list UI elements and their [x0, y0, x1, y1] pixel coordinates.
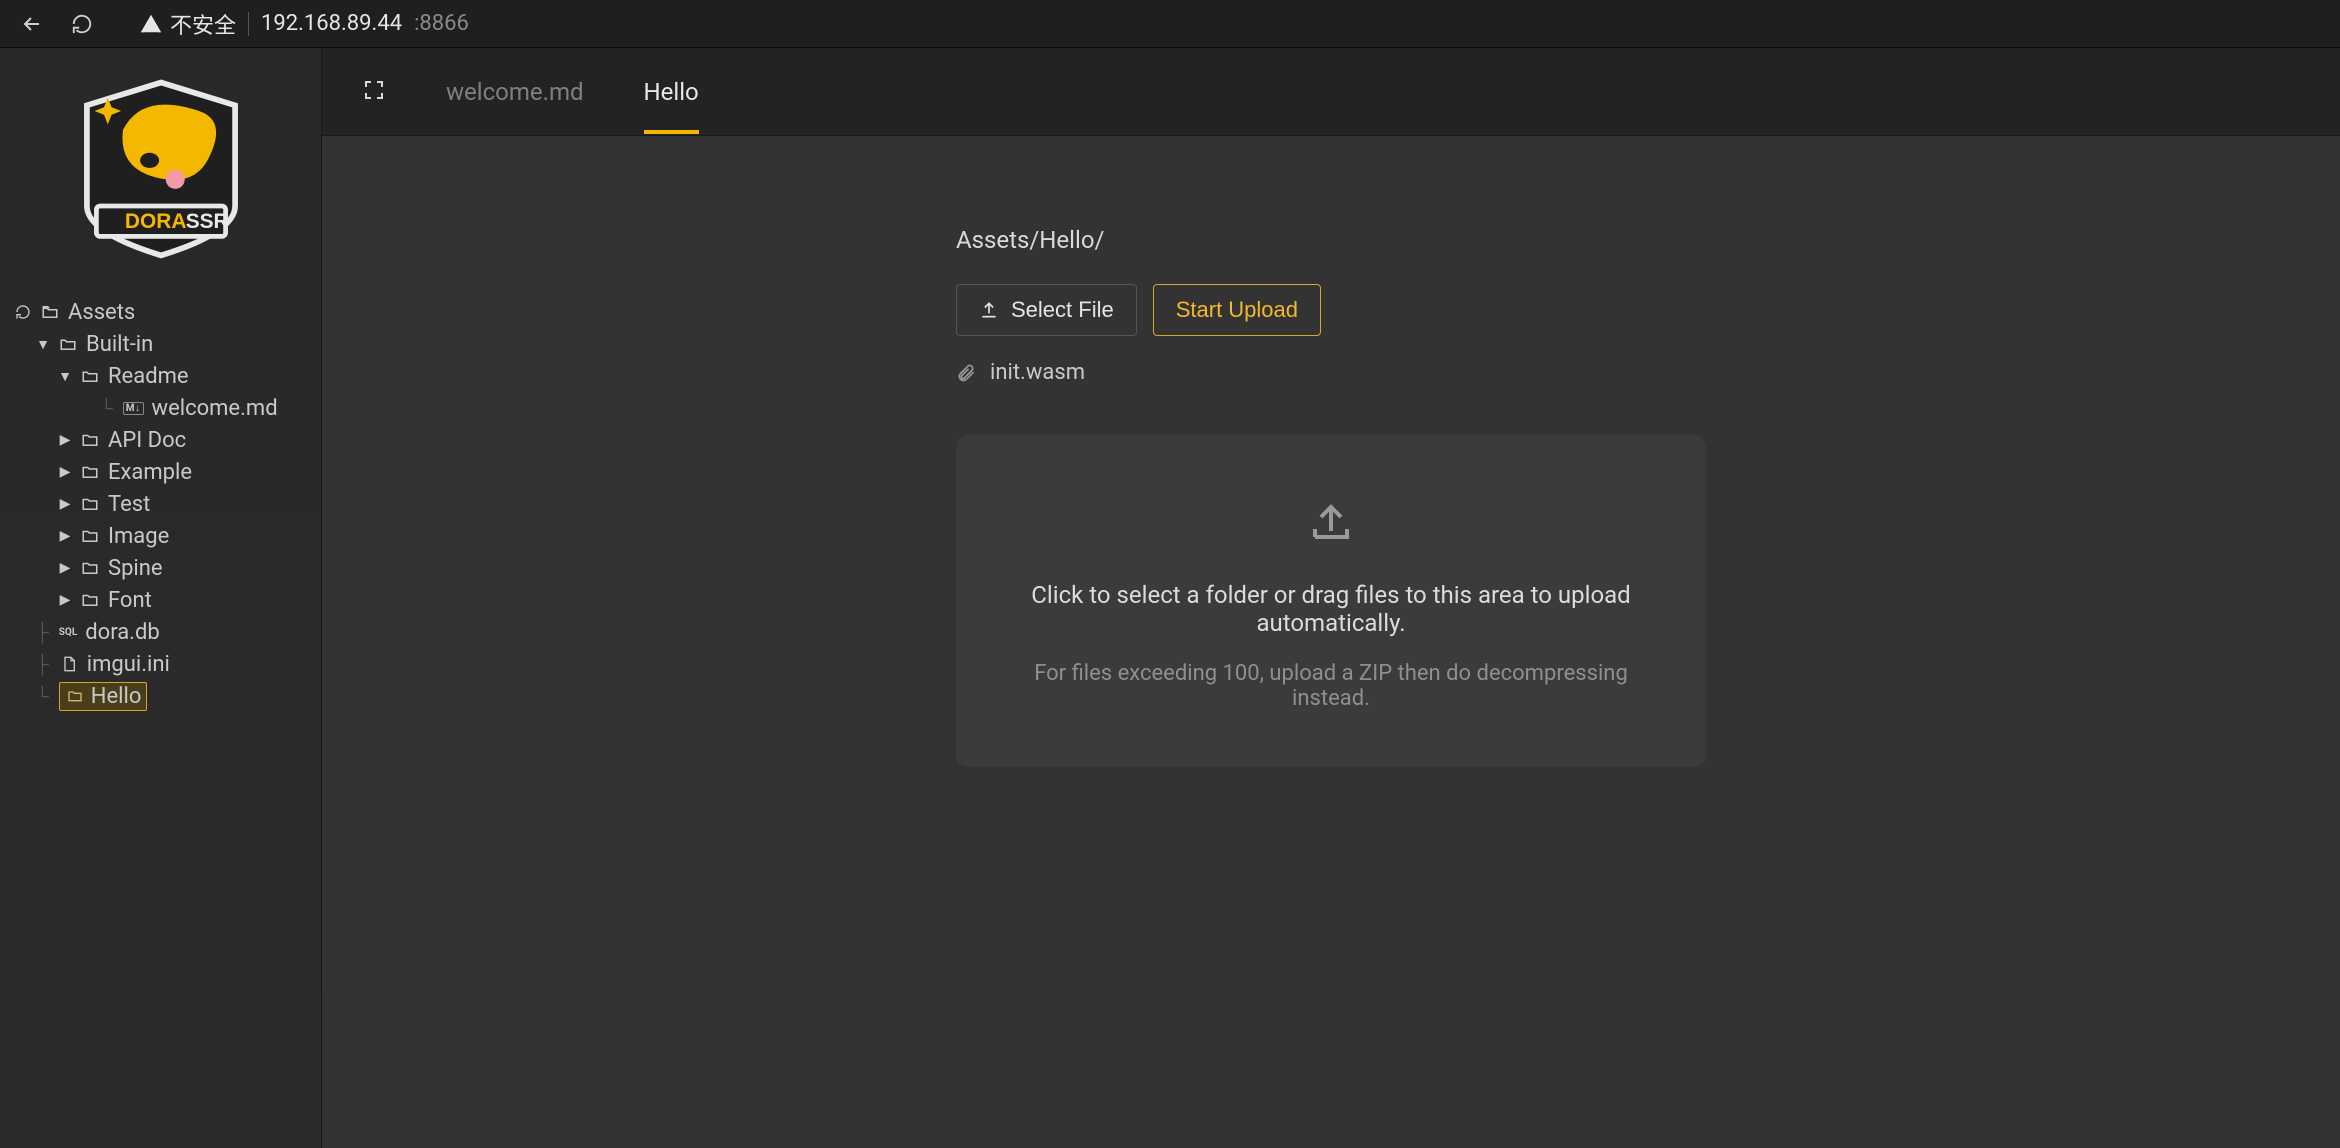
url-host: 192.168.89.44 — [261, 11, 402, 36]
tree-label: welcome.md — [152, 396, 278, 421]
caret-down-icon: ▼ — [36, 336, 50, 353]
tree-label: Example — [108, 460, 192, 485]
folder-open-icon — [40, 303, 60, 321]
tree-item-font[interactable]: ▶ Font — [14, 584, 321, 616]
tree-label: Image — [108, 524, 169, 549]
attached-file[interactable]: init.wasm — [956, 360, 1706, 385]
tab-welcome[interactable]: welcome.md — [446, 52, 584, 132]
svg-text:DORA: DORA — [124, 210, 186, 233]
tree-item-builtin[interactable]: ▼ Built-in — [14, 328, 321, 360]
tree-item-dora-db[interactable]: ├ SQL dora.db — [14, 616, 321, 648]
tree-label: imgui.ini — [87, 652, 170, 677]
upload-path: Assets/Hello/ — [956, 226, 1706, 254]
upload-icon — [979, 300, 999, 320]
tree-label: Readme — [108, 364, 189, 389]
url-bar[interactable]: 不安全 192.168.89.44 :8866 — [124, 4, 485, 44]
folder-open-icon — [58, 335, 78, 353]
insecure-label: 不安全 — [170, 8, 236, 40]
dropzone-title: Click to select a folder or drag files t… — [996, 581, 1666, 637]
tree-item-readme[interactable]: ▼ Readme — [14, 360, 321, 392]
tree-item-test[interactable]: ▶ Test — [14, 488, 321, 520]
refresh-icon[interactable] — [14, 303, 32, 321]
button-label: Start Upload — [1176, 297, 1298, 323]
caret-right-icon: ▶ — [58, 432, 72, 448]
tree-label: API Doc — [108, 428, 186, 453]
tab-label: Hello — [644, 78, 699, 106]
button-label: Select File — [1011, 297, 1114, 323]
tree-item-image[interactable]: ▶ Image — [14, 520, 321, 552]
tree-item-welcome-md[interactable]: └ M↓ welcome.md — [14, 392, 321, 424]
start-upload-button[interactable]: Start Upload — [1153, 284, 1321, 336]
folder-icon — [80, 591, 100, 609]
tree-root-assets[interactable]: Assets — [14, 296, 321, 328]
caret-right-icon: ▶ — [58, 496, 72, 512]
caret-right-icon: ▶ — [58, 528, 72, 544]
sidebar: DORA SSR Assets ▼ Built-in — [0, 48, 322, 1148]
attached-file-name: init.wasm — [990, 360, 1085, 385]
attachment-icon — [956, 363, 976, 383]
tab-bar: welcome.md Hello — [322, 48, 2340, 136]
markdown-icon: M↓ — [123, 402, 144, 415]
tree-item-imgui-ini[interactable]: ├ imgui.ini — [14, 648, 321, 680]
svg-text:SSR: SSR — [185, 210, 228, 233]
folder-icon — [80, 559, 100, 577]
folder-icon — [80, 463, 100, 481]
tree-label: Test — [108, 492, 150, 517]
tree-label: Hello — [91, 684, 142, 709]
tab-hello[interactable]: Hello — [644, 52, 699, 132]
back-button[interactable] — [20, 12, 44, 36]
folder-open-icon — [80, 367, 100, 385]
file-icon — [59, 656, 79, 672]
tree-item-api-doc[interactable]: ▶ API Doc — [14, 424, 321, 456]
dropzone[interactable]: Click to select a folder or drag files t… — [956, 435, 1706, 767]
tree-item-hello[interactable]: └ Hello — [14, 680, 321, 712]
folder-icon — [80, 527, 100, 545]
logo: DORA SSR — [0, 48, 321, 288]
caret-right-icon: ▶ — [58, 464, 72, 480]
fullscreen-icon[interactable] — [362, 78, 386, 106]
sql-icon: SQL — [59, 627, 77, 638]
tree-item-example[interactable]: ▶ Example — [14, 456, 321, 488]
folder-icon — [65, 688, 85, 704]
tree-item-spine[interactable]: ▶ Spine — [14, 552, 321, 584]
reload-button[interactable] — [70, 12, 94, 36]
caret-right-icon: ▶ — [58, 560, 72, 576]
upload-large-icon — [996, 495, 1666, 547]
file-tree: Assets ▼ Built-in ▼ Readme └ M↓ welcome.… — [0, 288, 321, 720]
tab-label: welcome.md — [446, 78, 584, 106]
folder-icon — [80, 495, 100, 513]
browser-chrome: 不安全 192.168.89.44 :8866 — [0, 0, 2340, 48]
upload-panel: Assets/Hello/ Select File Start Upload i… — [956, 226, 1706, 767]
caret-down-icon: ▼ — [58, 368, 72, 385]
url-port: :8866 — [414, 11, 469, 36]
tree-label: dora.db — [85, 620, 160, 645]
dropzone-subtitle: For files exceeding 100, upload a ZIP th… — [996, 661, 1666, 711]
folder-icon — [80, 431, 100, 449]
tree-label: Built-in — [86, 332, 153, 357]
select-file-button[interactable]: Select File — [956, 284, 1137, 336]
warning-icon — [140, 13, 162, 35]
tree-label: Assets — [68, 300, 135, 325]
caret-right-icon: ▶ — [58, 592, 72, 608]
tree-label: Font — [108, 588, 152, 613]
tree-label: Spine — [108, 556, 163, 581]
